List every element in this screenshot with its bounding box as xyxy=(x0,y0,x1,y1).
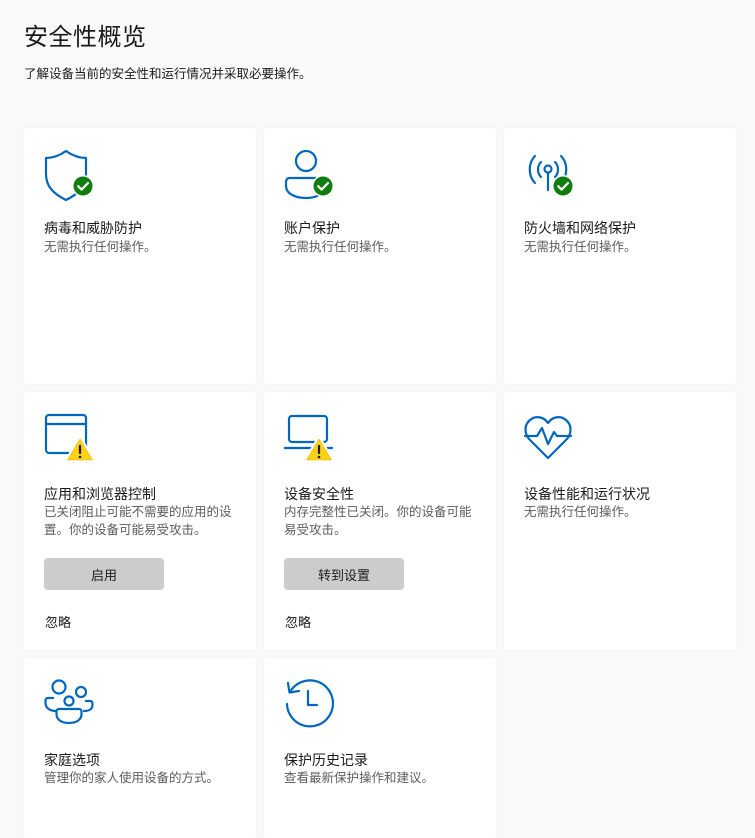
laptop-icon xyxy=(284,412,340,468)
card-family-options[interactable]: 家庭选项 管理你的家人使用设备的方式。 xyxy=(24,658,256,838)
card-title: 家庭选项 xyxy=(44,753,100,769)
family-icon xyxy=(44,678,100,734)
card-title: 应用和浏览器控制 xyxy=(44,487,156,503)
card-account-protection[interactable]: 账户保护 无需执行任何操作。 xyxy=(264,128,496,384)
dismiss-link[interactable]: 忽略 xyxy=(45,612,71,631)
card-virus-threat-protection[interactable]: 病毒和威胁防护 无需执行任何操作。 xyxy=(24,128,256,384)
card-description: 无需执行任何操作。 xyxy=(524,504,637,519)
turn-on-button[interactable]: 启用 xyxy=(44,558,164,590)
antenna-icon xyxy=(524,148,580,204)
check-badge-icon xyxy=(552,175,574,197)
warning-badge-icon xyxy=(64,435,96,463)
card-protection-history[interactable]: 保护历史记录 查看最新保护操作和建议。 xyxy=(264,658,496,838)
card-app-browser-control[interactable]: 应用和浏览器控制 已关闭阻止可能不需要的应用的设置。你的设备可能易受攻击。 启用… xyxy=(24,392,256,650)
shield-icon xyxy=(44,148,100,204)
check-badge-icon xyxy=(312,175,334,197)
app-window-icon xyxy=(44,412,100,468)
card-description: 无需执行任何操作。 xyxy=(524,239,637,254)
card-firewall-network-protection[interactable]: 防火墙和网络保护 无需执行任何操作。 xyxy=(504,128,736,384)
page-subtitle: 了解设备当前的安全性和运行情况并采取必要操作。 xyxy=(24,66,312,81)
person-icon xyxy=(284,148,340,204)
dismiss-link[interactable]: 忽略 xyxy=(285,612,311,631)
card-description: 查看最新保护操作和建议。 xyxy=(284,770,435,785)
card-device-security[interactable]: 设备安全性 内存完整性已关闭。你的设备可能易受攻击。 转到设置 忽略 xyxy=(264,392,496,650)
check-badge-icon xyxy=(72,175,94,197)
card-description: 无需执行任何操作。 xyxy=(44,239,157,254)
card-description: 无需执行任何操作。 xyxy=(284,239,397,254)
page-title: 安全性概览 xyxy=(24,23,147,51)
card-title: 账户保护 xyxy=(284,221,340,237)
card-title: 防火墙和网络保护 xyxy=(524,221,636,237)
card-description: 已关闭阻止可能不需要的应用的设置。你的设备可能易受攻击。 xyxy=(44,504,232,537)
card-title: 保护历史记录 xyxy=(284,753,368,769)
go-to-settings-button[interactable]: 转到设置 xyxy=(284,558,404,590)
card-title: 设备性能和运行状况 xyxy=(524,487,650,503)
card-title: 病毒和威胁防护 xyxy=(44,221,142,237)
card-description: 管理你的家人使用设备的方式。 xyxy=(44,770,220,785)
card-title: 设备安全性 xyxy=(284,487,354,503)
history-icon xyxy=(284,678,340,734)
card-device-performance-health[interactable]: 设备性能和运行状况 无需执行任何操作。 xyxy=(504,392,736,650)
card-description: 内存完整性已关闭。你的设备可能易受攻击。 xyxy=(284,504,472,537)
heart-pulse-icon xyxy=(524,412,580,468)
